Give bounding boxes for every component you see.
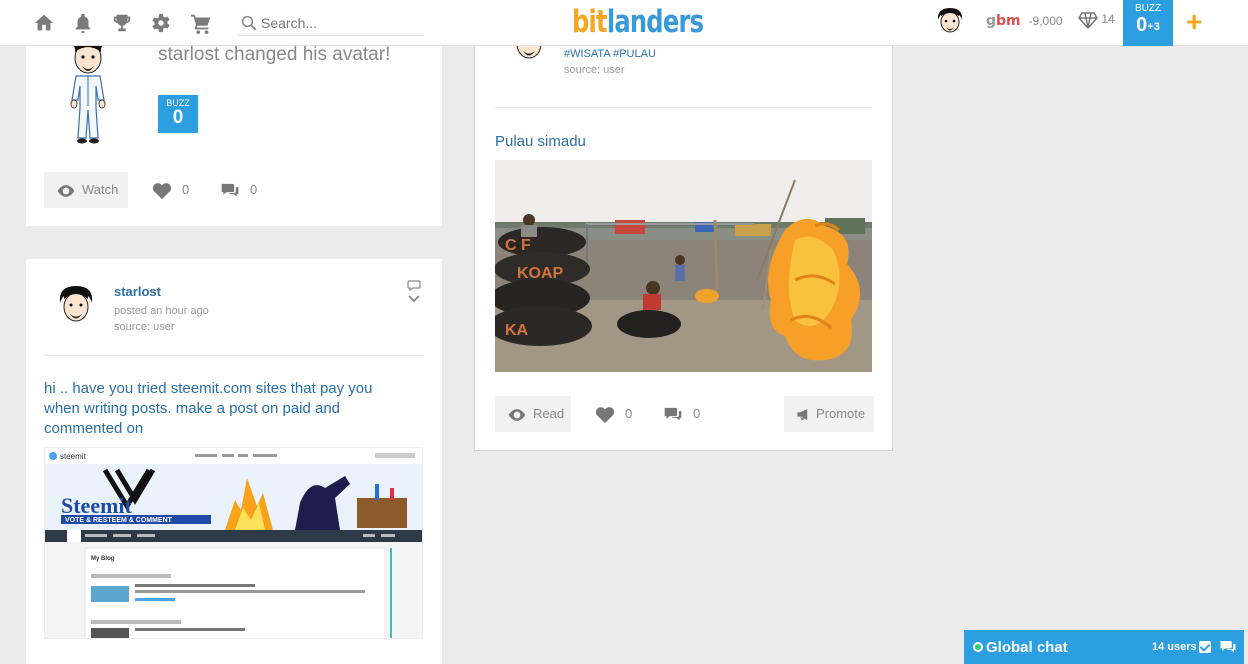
eye-icon bbox=[57, 184, 75, 197]
bitlanders-logo[interactable]: bitlanders bbox=[572, 4, 740, 40]
gbm-balance[interactable]: gbm -9,000 bbox=[986, 12, 1063, 29]
comments-icon bbox=[664, 407, 682, 421]
chat-bubbles-icon[interactable] bbox=[1219, 639, 1237, 655]
svg-text:VOTE & RESTEEM & COMMENT: VOTE & RESTEEM & COMMENT bbox=[65, 517, 173, 524]
like-count: 0 bbox=[625, 406, 633, 421]
svg-text:KOAP: KOAP bbox=[517, 265, 564, 282]
chat-user-count: 14 users bbox=[1152, 641, 1197, 653]
watch-button[interactable]: Watch bbox=[44, 172, 128, 208]
search-input[interactable] bbox=[261, 12, 421, 34]
user-avatar[interactable] bbox=[935, 6, 965, 38]
read-button[interactable]: Read bbox=[495, 396, 571, 432]
chevron-down-icon bbox=[408, 295, 420, 303]
promote-button[interactable]: Promote bbox=[784, 396, 874, 432]
comment-counter[interactable]: 0 bbox=[663, 396, 700, 432]
gear-icon[interactable] bbox=[150, 12, 172, 34]
promote-label: Promote bbox=[816, 406, 866, 421]
search-box bbox=[238, 10, 424, 36]
watch-label: Watch bbox=[82, 182, 119, 197]
cart-icon[interactable] bbox=[190, 12, 212, 34]
card-buzz-badge[interactable]: BUZZ 0 bbox=[158, 95, 198, 133]
post-title[interactable]: Pulau simadu bbox=[495, 133, 586, 150]
user-avatar-fullbody bbox=[58, 37, 118, 145]
gems-counter[interactable]: 14 bbox=[1078, 11, 1115, 30]
svg-text:steemit: steemit bbox=[60, 452, 87, 461]
post-source: source: user bbox=[114, 321, 175, 333]
buzz-label: BUZZ bbox=[1134, 3, 1162, 14]
chat-title: Global chat bbox=[986, 639, 1068, 656]
post-text[interactable]: hi .. have you tried steemit.com sites t… bbox=[44, 379, 404, 439]
svg-text:C F: C F bbox=[505, 237, 531, 254]
gbm-value: -9,000 bbox=[1028, 14, 1063, 28]
trophy-icon[interactable] bbox=[111, 12, 133, 34]
comment-count: 0 bbox=[250, 182, 258, 197]
comment-count: 0 bbox=[693, 406, 701, 421]
svg-text:Steemit: Steemit bbox=[61, 493, 133, 518]
buzz-value: 0 bbox=[172, 107, 184, 128]
svg-text:KA: KA bbox=[505, 322, 529, 339]
post-hashtags[interactable]: #WISATA #PULAU bbox=[564, 48, 656, 60]
like-counter[interactable]: 0 bbox=[595, 396, 632, 432]
heart-icon bbox=[152, 182, 172, 199]
search-icon bbox=[241, 15, 257, 31]
diamond-icon bbox=[1078, 12, 1098, 30]
buzz-delta: +3 bbox=[1147, 20, 1160, 33]
post-image-steemit-screenshot[interactable]: steemit Steemit VOTE & RESTEEM & COMMENT… bbox=[44, 447, 423, 639]
comments-icon bbox=[221, 183, 239, 197]
gems-count: 14 bbox=[1101, 12, 1115, 27]
global-chat-bar[interactable]: Global chat 14 users bbox=[964, 630, 1244, 664]
like-counter[interactable]: 0 bbox=[152, 172, 189, 208]
eye-icon bbox=[508, 408, 526, 421]
read-label: Read bbox=[533, 406, 565, 421]
heart-icon bbox=[595, 406, 615, 423]
bell-icon[interactable] bbox=[72, 12, 94, 34]
author-name[interactable]: starlost bbox=[114, 284, 161, 299]
megaphone-icon bbox=[797, 408, 808, 421]
gbm-logo-bm: bm bbox=[996, 13, 1021, 29]
comment-counter[interactable]: 0 bbox=[220, 172, 257, 208]
buzz-value: 0 bbox=[1136, 14, 1148, 36]
add-button[interactable]: + bbox=[1186, 8, 1202, 36]
buzz-score[interactable]: BUZZ 0+3 bbox=[1123, 0, 1173, 46]
post-card: starlost posted an hour ago source: user… bbox=[26, 259, 442, 664]
author-avatar[interactable] bbox=[56, 285, 96, 327]
post-source: source: user bbox=[564, 64, 625, 76]
like-count: 0 bbox=[182, 182, 190, 197]
post-card: #WISATA #PULAU source: user Pulau simadu… bbox=[474, 32, 893, 451]
home-icon[interactable] bbox=[33, 12, 55, 34]
gbm-logo-g: g bbox=[986, 13, 997, 29]
svg-text:My Blog: My Blog bbox=[91, 556, 115, 562]
divider bbox=[495, 107, 872, 108]
divider bbox=[44, 355, 424, 356]
post-options[interactable] bbox=[407, 279, 421, 305]
logo-part-bit: bit bbox=[572, 4, 608, 40]
post-timestamp: posted an hour ago bbox=[114, 305, 209, 317]
checkbox-icon[interactable] bbox=[1199, 641, 1211, 653]
online-status-icon bbox=[973, 642, 983, 652]
speech-bubble-icon bbox=[407, 280, 421, 292]
post-image-beach-photo[interactable]: C F KOAP KA bbox=[495, 160, 872, 372]
logo-part-landers: landers bbox=[606, 4, 704, 40]
activity-text: starlost changed his avatar! bbox=[158, 44, 391, 65]
activity-card: starlost changed his avatar! BUZZ 0 Watc… bbox=[26, 37, 442, 226]
top-navigation-bar: bitlanders gbm -9,000 14 BUZZ 0+3 + bbox=[0, 0, 1248, 46]
